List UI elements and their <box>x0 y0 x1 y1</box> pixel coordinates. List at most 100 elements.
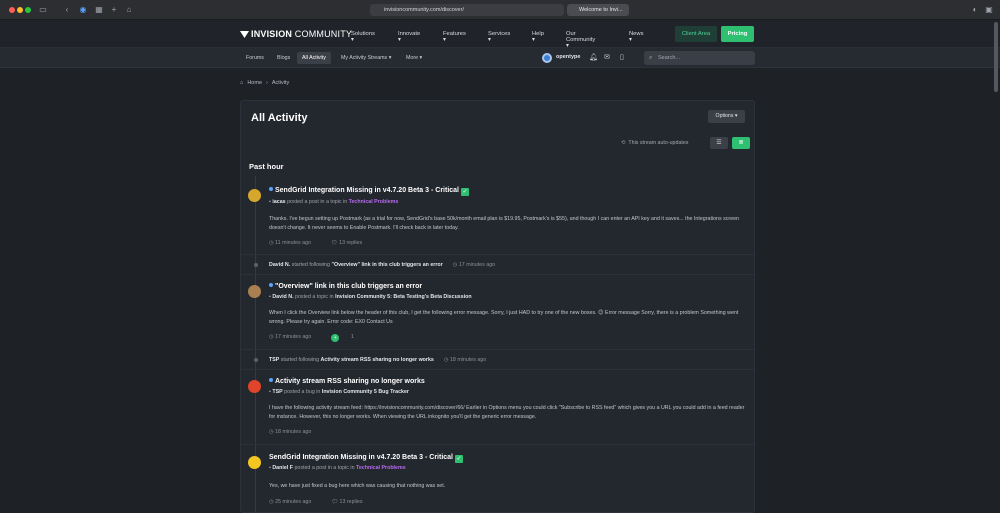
container-link[interactable]: Technical Problems <box>349 199 399 205</box>
bell-icon[interactable]: 🔔︎ <box>589 53 598 61</box>
entry-stats: ◷ 17 minutes ago + 1 <box>269 334 364 342</box>
entry-stats: ◷ 25 minutes ago 💬︎ 13 replies <box>269 499 383 505</box>
new-tab-icon[interactable]: + <box>109 5 119 15</box>
breadcrumb-activity[interactable]: Activity <box>272 80 289 86</box>
breadcrumb: ⌂ Home › Activity <box>240 80 293 86</box>
messages-icon[interactable]: ✉ <box>604 53 610 61</box>
container-link[interactable]: Technical Problems <box>356 465 406 471</box>
tabs-overview-icon[interactable]: ▦ <box>94 5 104 15</box>
divider <box>241 369 754 370</box>
minimize-window-button[interactable] <box>17 7 23 13</box>
search-input[interactable]: ⌕ Search... <box>644 51 755 65</box>
search-icon: ⌕ <box>649 55 653 61</box>
clock-icon: ◷ 11 minutes ago <box>269 240 311 246</box>
home-icon: ⌂ <box>240 80 244 86</box>
client-area-button[interactable]: Client Area <box>675 26 717 42</box>
divider <box>241 444 754 445</box>
entry-body: I have the following activity stream fee… <box>269 405 745 420</box>
author-link[interactable]: iacas <box>272 199 285 205</box>
shield-icon[interactable]: ◐ <box>970 5 980 15</box>
breadcrumb-home[interactable]: Home <box>247 80 262 86</box>
reaction-icon: + <box>331 334 340 342</box>
avatar[interactable] <box>248 285 261 298</box>
browser-tab[interactable]: Welcome to Invi... <box>567 4 629 16</box>
username[interactable]: opentype <box>556 54 580 60</box>
nav-features[interactable]: Features ▾ <box>443 31 466 43</box>
nav-services[interactable]: Services ▾ <box>488 31 510 43</box>
entry-stats: ◷ 11 minutes ago 💬︎ 13 replies <box>269 240 382 246</box>
clock-icon: ◷ 25 minutes ago <box>269 499 312 505</box>
site-header: INVISION COMMUNITY Solutions ▾ Innovate … <box>0 20 1000 49</box>
subnav-my-activity-streams[interactable]: My Activity Streams ▾ <box>336 52 396 64</box>
address-bar[interactable]: invisioncommunity.com/discover/ <box>370 4 564 16</box>
divider <box>241 349 754 350</box>
user-avatar[interactable] <box>542 53 552 63</box>
follow-dot <box>254 358 258 362</box>
replies-icon: 💬︎ 13 replies <box>331 499 363 505</box>
autoupdate-status: ⟲ This stream auto-updates <box>621 140 689 146</box>
chevron-right-icon: › <box>266 80 268 86</box>
shared-tabs-icon[interactable]: ⌂ <box>124 5 134 15</box>
entry-stats: ◷ 18 minutes ago <box>269 429 331 435</box>
expanded-view-button[interactable]: ≣ <box>732 137 750 149</box>
scrollbar[interactable] <box>994 22 998 92</box>
avatar[interactable] <box>248 380 261 393</box>
divider <box>241 274 754 275</box>
avatar[interactable] <box>248 189 261 202</box>
avatar[interactable] <box>248 456 261 469</box>
subnav-blogs[interactable]: Blogs <box>272 52 295 64</box>
container-link[interactable]: Invision Community 5 Bug Tracker <box>322 389 409 395</box>
condensed-view-button[interactable]: ☰ <box>710 137 728 149</box>
follow-user-link[interactable]: David N. <box>269 262 290 268</box>
sidebar-icon[interactable]: ▭ <box>38 5 48 15</box>
logo-mark-icon <box>240 31 249 38</box>
tab-overview-icon[interactable]: ▣ <box>984 5 994 15</box>
replies-icon: 💬︎ 13 replies <box>330 240 363 246</box>
follow-item-link[interactable]: "Overview" link in this club triggers an… <box>331 262 442 268</box>
author-link[interactable]: David N. <box>272 294 293 300</box>
site-logo[interactable]: INVISION COMMUNITY <box>240 29 352 39</box>
container-link[interactable]: Invision Community 5: Beta Testing's Bet… <box>335 294 472 300</box>
nav-help[interactable]: Help ▾ <box>532 31 544 43</box>
entry-title[interactable]: SendGrid Integration Missing in v4.7.20 … <box>269 454 463 463</box>
subnav-all-activity[interactable]: All Activity <box>297 52 331 64</box>
profile-icon[interactable]: ◉ <box>78 5 88 15</box>
nav-our-community[interactable]: Our Community ▾ <box>566 31 595 49</box>
browser-toolbar: ▭ ‹ ◉ ▦ + ⌂ invisioncommunity.com/discov… <box>0 0 1000 20</box>
tab-title: Welcome to Invi... <box>579 7 623 13</box>
subnav-forums[interactable]: Forums <box>241 52 269 64</box>
follow-user-link[interactable]: TSP <box>269 357 279 363</box>
activity-card: All Activity Options ▾ ⟲ This stream aut… <box>240 100 755 513</box>
entry-title[interactable]: SendGrid Integration Missing in v4.7.20 … <box>269 187 469 196</box>
section-heading: Past hour <box>249 162 284 171</box>
clock-icon: ◷ 18 minutes ago <box>269 429 312 435</box>
back-icon[interactable]: ‹ <box>62 5 72 15</box>
follow-dot <box>254 263 258 267</box>
options-button[interactable]: Options ▾ <box>708 110 745 123</box>
zoom-window-button[interactable] <box>25 7 31 13</box>
close-window-button[interactable] <box>9 7 15 13</box>
entry-meta: ▪ iacas posted a post in a topic in Tech… <box>269 199 399 205</box>
logo-text-thin: COMMUNITY <box>292 29 353 39</box>
url-text: invisioncommunity.com/discover/ <box>384 7 464 13</box>
nav-innovate[interactable]: Innovate ▾ <box>398 31 420 43</box>
follow-entry: David N. started following "Overview" li… <box>269 262 496 268</box>
nav-news[interactable]: News ▾ <box>629 31 644 43</box>
follow-item-link[interactable]: Activity stream RSS sharing no longer wo… <box>321 357 434 363</box>
follow-entry: TSP started following Activity stream RS… <box>269 357 487 363</box>
author-link[interactable]: Daniel F <box>272 465 293 471</box>
reaction-count: 1 <box>350 334 354 340</box>
entry-body: When I click the Overview link below the… <box>269 310 739 325</box>
search-placeholder: Search... <box>658 55 681 61</box>
document-icon[interactable]: ▯ <box>620 53 624 61</box>
secondary-navigation: Forums Blogs All Activity My Activity St… <box>0 48 1000 68</box>
entry-meta: ▪ Daniel F posted a post in a topic in T… <box>269 465 406 471</box>
entry-title[interactable]: Activity stream RSS sharing no longer wo… <box>269 378 425 385</box>
nav-solutions[interactable]: Solutions ▾ <box>351 31 375 43</box>
author-link[interactable]: TSP <box>272 389 282 395</box>
solved-check-icon: ✓ <box>461 188 469 196</box>
entry-body: Yes, we have just fixed a bug here which… <box>269 483 446 489</box>
subnav-more[interactable]: More ▾ <box>401 52 427 64</box>
pricing-button[interactable]: Pricing <box>721 26 754 42</box>
entry-title[interactable]: "Overview" link in this club triggers an… <box>269 283 422 290</box>
